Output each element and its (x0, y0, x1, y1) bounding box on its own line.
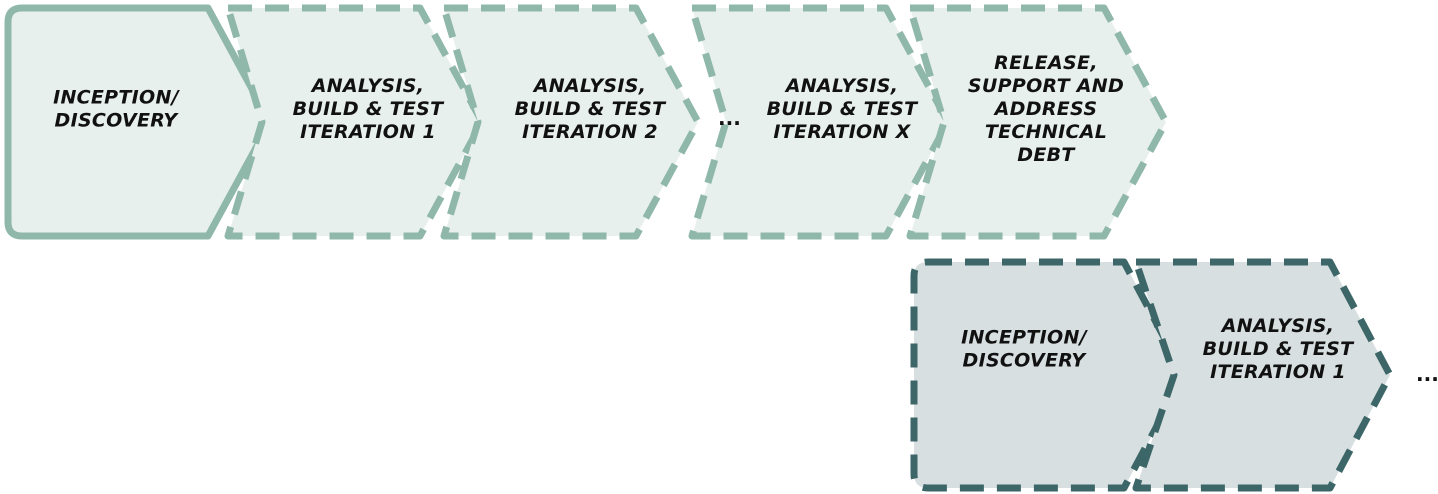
phase-1-stage-5-label-line: DEBT (1017, 144, 1076, 166)
phase-1-stage-1-label-line: DISCOVERY (55, 110, 180, 132)
phase-1-stage-3-label-line: ANALYSIS, (532, 75, 647, 97)
phase-2-row: INCEPTION/DISCOVERYANALYSIS,BUILD & TEST… (910, 258, 1394, 492)
phase-2-stage-2-label-line: ANALYSIS, (1220, 315, 1335, 337)
phase-2-stage-1-label-line: DISCOVERY (963, 350, 1088, 372)
phase-1-stage-4-label-line: ITERATION X (773, 121, 911, 143)
phase-1-stage-3-label-line: BUILD & TEST (515, 98, 668, 120)
phase-1-stage-2-label-line: ITERATION 1 (300, 121, 436, 143)
phase-1-stage-5-label-line: SUPPORT AND (968, 75, 1124, 97)
phase-1-gap-ellipsis: ... (718, 106, 741, 130)
phase-1-stage-5-label-line: ADDRESS (993, 98, 1098, 120)
phase-1-stage-5-label-line: RELEASE, (994, 52, 1098, 74)
phase-2-stage-2: ANALYSIS,BUILD & TESTITERATION 1 (1132, 258, 1394, 492)
phase-2-stage-1-chevron (910, 258, 1188, 492)
phase-1-stage-2-label-line: BUILD & TEST (293, 98, 446, 120)
phase-1-stage-5: RELEASE,SUPPORT ANDADDRESSTECHNICALDEBT (906, 4, 1170, 240)
phase-1-stage-1-label-line: INCEPTION/ (53, 87, 181, 109)
phase-1-stage-5-label-line: TECHNICAL (985, 121, 1107, 143)
phase-1-stage-3: ANALYSIS,BUILD & TESTITERATION 2 (440, 4, 702, 240)
phase-1-stage-2: ANALYSIS,BUILD & TESTITERATION 1 (224, 4, 486, 240)
phase-2-continuation-ellipsis: ... (1416, 362, 1438, 386)
process-flow-diagram: INCEPTION/DISCOVERYANALYSIS,BUILD & TEST… (4, 4, 1438, 492)
phase-2-stage-1: INCEPTION/DISCOVERY (910, 258, 1188, 492)
phase-1-stage-1: INCEPTION/DISCOVERY (4, 4, 274, 240)
phase-1-stage-3-label-line: ITERATION 2 (522, 121, 658, 143)
phase-1-stage-4-label-line: BUILD & TEST (767, 98, 920, 120)
phase-2-stage-1-label-line: INCEPTION/ (961, 327, 1089, 349)
phase-1-stage-4-label-line: ANALYSIS, (784, 75, 899, 97)
phase-2-stage-2-label-line: BUILD & TEST (1203, 338, 1356, 360)
phase-2-stage-2-label-line: ITERATION 1 (1210, 361, 1346, 383)
phase-1-row: INCEPTION/DISCOVERYANALYSIS,BUILD & TEST… (4, 4, 1170, 240)
phase-1-stage-2-label-line: ANALYSIS, (310, 75, 425, 97)
